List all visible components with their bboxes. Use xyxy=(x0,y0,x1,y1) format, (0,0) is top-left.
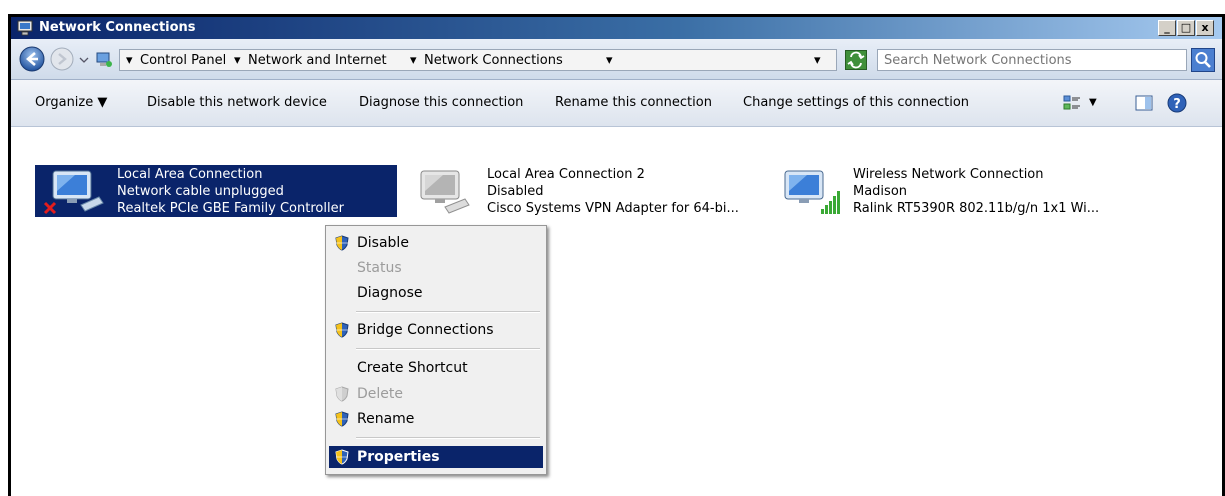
breadcrumb-control-panel[interactable]: Control Panel xyxy=(140,53,226,68)
breadcrumb-separator-icon[interactable]: ▾ xyxy=(410,53,417,68)
connection-item-local-area-connection[interactable]: Local Area Connection Network cable unpl… xyxy=(35,165,397,217)
title-bar[interactable]: Network Connections _ □ x xyxy=(11,17,1222,39)
connection-status: Disabled xyxy=(487,184,544,199)
menu-item-status: Status xyxy=(329,257,543,279)
connection-device: Realtek PCIe GBE Family Controller xyxy=(117,201,344,216)
connection-device: Cisco Systems VPN Adapter for 64-bi... xyxy=(487,201,739,216)
menu-item-label: Status xyxy=(357,260,402,276)
window-title: Network Connections xyxy=(39,20,196,35)
connection-name: Local Area Connection xyxy=(117,167,263,182)
view-options-dropdown-icon[interactable]: ▼ xyxy=(1089,97,1097,108)
uac-shield-icon xyxy=(335,235,349,251)
address-bar-area: ▾ Control Panel ▾ Network and Internet ▾… xyxy=(11,39,1222,80)
back-button[interactable] xyxy=(19,46,45,72)
chevron-down-icon: ▼ xyxy=(97,95,108,110)
forward-button[interactable] xyxy=(49,46,75,72)
breadcrumb-separator-icon[interactable]: ▾ xyxy=(126,53,133,68)
change-settings-button[interactable]: Change settings of this connection xyxy=(743,95,969,110)
connection-status: Madison xyxy=(853,184,908,199)
menu-item-label: Diagnose xyxy=(357,285,423,301)
menu-item-disable[interactable]: Disable xyxy=(329,232,543,254)
diagnose-connection-button[interactable]: Diagnose this connection xyxy=(359,95,523,110)
network-folder-icon xyxy=(17,20,33,36)
menu-item-properties[interactable]: Properties xyxy=(329,446,543,468)
refresh-icon[interactable] xyxy=(845,50,867,70)
network-disabled-icon xyxy=(420,170,470,214)
organize-label: Organize xyxy=(35,95,94,110)
address-history-dropdown-icon[interactable]: ▾ xyxy=(814,53,821,68)
network-connections-window: Network Connections _ □ x ▾ Control Pane… xyxy=(8,14,1225,496)
breadcrumb-separator-icon[interactable]: ▾ xyxy=(606,53,613,68)
breadcrumb-network-and-internet[interactable]: Network and Internet xyxy=(248,53,387,68)
menu-item-label: Delete xyxy=(357,386,403,402)
breadcrumb-network-connections[interactable]: Network Connections xyxy=(424,53,563,68)
breadcrumb-separator-icon[interactable]: ▾ xyxy=(234,53,241,68)
menu-separator xyxy=(356,348,540,350)
uac-shield-icon xyxy=(335,411,349,427)
preview-pane-icon[interactable] xyxy=(1135,94,1153,112)
wireless-connection-icon xyxy=(784,170,840,214)
connection-details: Local Area Connection 2 Disabled Cisco S… xyxy=(487,166,739,217)
edge-marker xyxy=(11,113,17,121)
menu-item-bridge-connections[interactable]: Bridge Connections xyxy=(329,319,543,341)
menu-item-label: Bridge Connections xyxy=(357,322,494,338)
connection-item-local-area-connection-2[interactable]: Local Area Connection 2 Disabled Cisco S… xyxy=(405,165,767,217)
menu-item-diagnose[interactable]: Diagnose xyxy=(329,282,543,304)
connection-details: Wireless Network Connection Madison Rali… xyxy=(853,166,1099,217)
close-button[interactable]: x xyxy=(1196,20,1214,36)
context-menu: Disable Status Diagnose Bridge Connectio… xyxy=(325,225,547,475)
address-field[interactable]: ▾ Control Panel ▾ Network and Internet ▾… xyxy=(119,49,837,71)
search-icon[interactable] xyxy=(1191,48,1215,72)
help-icon[interactable]: ? xyxy=(1167,93,1187,113)
connection-details: Local Area Connection Network cable unpl… xyxy=(117,166,344,217)
disable-device-button[interactable]: Disable this network device xyxy=(147,95,327,110)
uac-shield-icon xyxy=(335,449,349,465)
svg-text:?: ? xyxy=(1173,97,1181,112)
recent-pages-dropdown-icon[interactable] xyxy=(79,55,89,65)
menu-item-create-shortcut[interactable]: Create Shortcut xyxy=(329,357,543,379)
connection-item-wireless-network-connection[interactable]: Wireless Network Connection Madison Rali… xyxy=(771,165,1171,217)
menu-item-label: Rename xyxy=(357,411,415,427)
maximize-button[interactable]: □ xyxy=(1177,20,1195,36)
connections-list: Local Area Connection Network cable unpl… xyxy=(11,127,1222,496)
view-options-icon[interactable] xyxy=(1063,94,1081,112)
menu-separator xyxy=(356,437,540,439)
menu-item-label: Disable xyxy=(357,235,409,251)
uac-shield-disabled-icon xyxy=(335,386,349,402)
network-unplugged-icon xyxy=(43,170,104,215)
menu-item-rename[interactable]: Rename xyxy=(329,408,543,430)
organize-menu[interactable]: Organize ▼ xyxy=(35,95,107,110)
menu-item-delete: Delete xyxy=(329,383,543,405)
menu-item-label: Create Shortcut xyxy=(357,360,468,376)
control-panel-icon xyxy=(96,52,112,67)
menu-separator xyxy=(356,311,540,313)
connection-status: Network cable unplugged xyxy=(117,184,284,199)
command-bar: Organize ▼ Disable this network device D… xyxy=(11,80,1222,127)
search-input[interactable] xyxy=(877,49,1187,71)
connection-device: Ralink RT5390R 802.11b/g/n 1x1 Wi... xyxy=(853,201,1100,216)
rename-connection-button[interactable]: Rename this connection xyxy=(555,95,712,110)
connection-name: Local Area Connection 2 xyxy=(487,167,645,182)
connection-name: Wireless Network Connection xyxy=(853,167,1044,182)
uac-shield-icon xyxy=(335,322,349,338)
minimize-button[interactable]: _ xyxy=(1158,20,1176,36)
menu-item-label: Properties xyxy=(357,449,440,465)
